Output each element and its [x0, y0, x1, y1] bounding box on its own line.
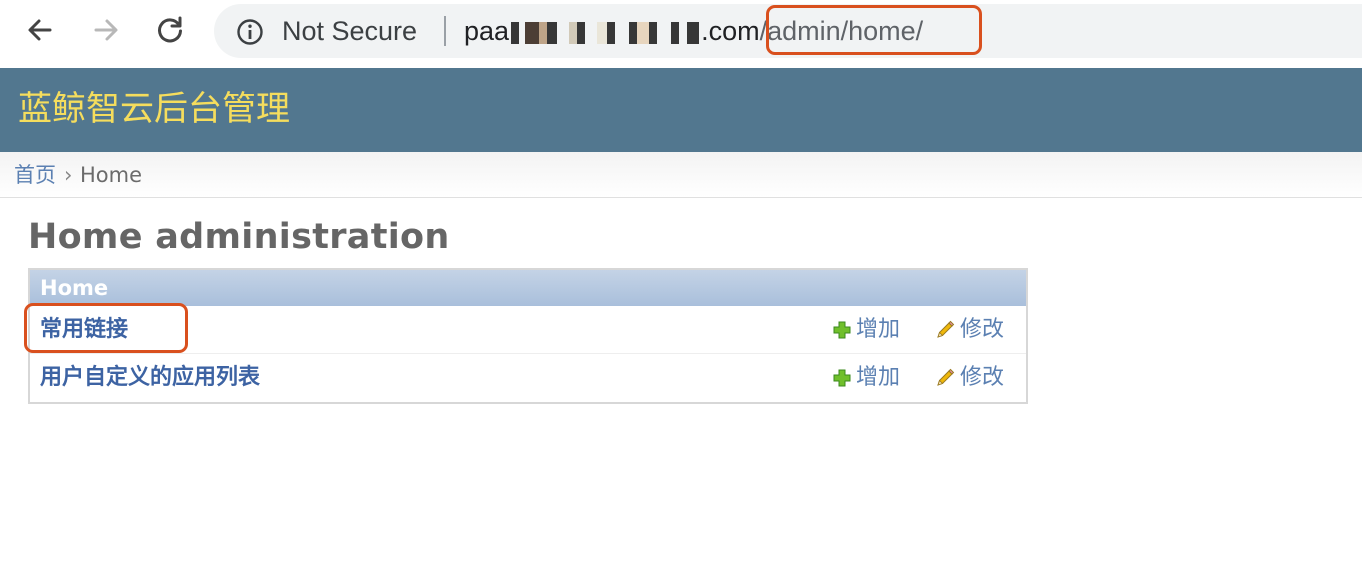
breadcrumb-separator: › [64, 163, 73, 187]
admin-header: 蓝鲸智云后台管理 [0, 68, 1362, 152]
url-domain-suffix: .com [701, 16, 760, 46]
page-title: Home administration [28, 217, 450, 257]
add-label: 增加 [856, 317, 901, 342]
add-button[interactable]: 增加 [832, 316, 900, 344]
change-button[interactable]: 修改 [934, 364, 1004, 392]
plus-icon [833, 321, 851, 339]
omnibox-separator [444, 16, 446, 46]
forward-arrow-icon [94, 19, 118, 41]
reload-button[interactable] [150, 10, 190, 50]
pencil-icon [937, 368, 955, 386]
add-label: 增加 [856, 365, 901, 390]
breadcrumb: 首页 › Home [0, 152, 1362, 198]
module-caption[interactable]: Home [30, 270, 1026, 306]
breadcrumb-current: Home [80, 163, 143, 187]
reload-icon [158, 16, 182, 43]
back-button[interactable] [20, 10, 60, 50]
change-label: 修改 [960, 317, 1005, 342]
url-path-annotation [766, 5, 982, 55]
add-button[interactable]: 增加 [832, 364, 900, 392]
security-label[interactable]: Not Secure [282, 16, 417, 46]
change-label: 修改 [960, 365, 1005, 390]
info-icon[interactable] [236, 18, 264, 46]
pencil-icon [937, 320, 955, 338]
url-redacted-segment [511, 21, 700, 44]
change-button[interactable]: 修改 [934, 316, 1004, 344]
url-prefix: paa [464, 16, 510, 46]
back-arrow-icon [28, 19, 52, 41]
browser-toolbar: Not Secure paa .com/admin/home/ [0, 0, 1362, 68]
row-annotation [24, 303, 188, 353]
plus-icon [833, 369, 851, 387]
model-link[interactable]: 用户自定义的应用列表 [40, 364, 260, 392]
breadcrumb-home-link[interactable]: 首页 [14, 162, 56, 188]
table-row: 用户自定义的应用列表 增加 修改 [30, 354, 1026, 402]
site-title[interactable]: 蓝鲸智云后台管理 [18, 88, 290, 130]
forward-button[interactable] [86, 10, 126, 50]
